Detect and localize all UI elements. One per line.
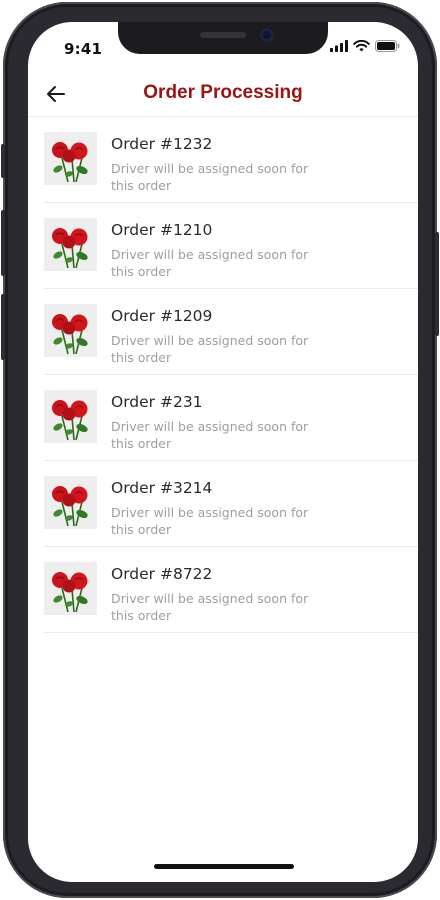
phone-frame: 9:41 Order Processing Order #1232 Driver…	[1, 2, 439, 898]
order-item[interactable]: Order #1232 Driver will be assigned soon…	[44, 117, 418, 203]
order-title: Order #231	[111, 393, 203, 411]
roses-thumbnail	[44, 562, 97, 615]
status-time: 9:41	[64, 40, 103, 58]
front-camera	[260, 28, 274, 42]
mute-switch	[1, 144, 5, 178]
signal-icon	[330, 40, 348, 52]
notch	[118, 22, 328, 54]
roses-thumbnail	[44, 218, 97, 271]
volume-down-button	[1, 294, 5, 360]
order-title: Order #3214	[111, 479, 213, 497]
roses-thumbnail	[44, 132, 97, 185]
order-title: Order #1210	[111, 221, 213, 239]
status-icons	[330, 40, 400, 52]
roses-thumbnail	[44, 390, 97, 443]
screen: 9:41 Order Processing Order #1232 Driver…	[28, 22, 418, 882]
battery-icon	[375, 40, 400, 52]
volume-up-button	[1, 210, 5, 276]
app-header: Order Processing	[28, 72, 418, 116]
order-item[interactable]: Order #3214 Driver will be assigned soon…	[44, 461, 418, 547]
order-description: Driver will be assigned soon for this or…	[111, 591, 309, 623]
order-title: Order #1209	[111, 307, 213, 325]
order-description: Driver will be assigned soon for this or…	[111, 505, 309, 537]
roses-thumbnail	[44, 304, 97, 357]
speaker	[200, 32, 246, 38]
order-item[interactable]: Order #231 Driver will be assigned soon …	[44, 375, 418, 461]
order-title: Order #8722	[111, 565, 213, 583]
roses-thumbnail	[44, 476, 97, 529]
order-item[interactable]: Order #8722 Driver will be assigned soon…	[44, 547, 418, 633]
home-indicator[interactable]	[154, 864, 294, 869]
order-description: Driver will be assigned soon for this or…	[111, 161, 309, 193]
page-title: Order Processing	[143, 82, 303, 103]
order-title: Order #1232	[111, 135, 213, 153]
order-description: Driver will be assigned soon for this or…	[111, 333, 309, 365]
power-button	[435, 232, 439, 336]
order-item[interactable]: Order #1210 Driver will be assigned soon…	[44, 203, 418, 289]
order-description: Driver will be assigned soon for this or…	[111, 419, 309, 451]
order-list: Order #1232 Driver will be assigned soon…	[44, 117, 418, 633]
wifi-icon	[353, 40, 370, 52]
order-item[interactable]: Order #1209 Driver will be assigned soon…	[44, 289, 418, 375]
order-description: Driver will be assigned soon for this or…	[111, 247, 309, 279]
